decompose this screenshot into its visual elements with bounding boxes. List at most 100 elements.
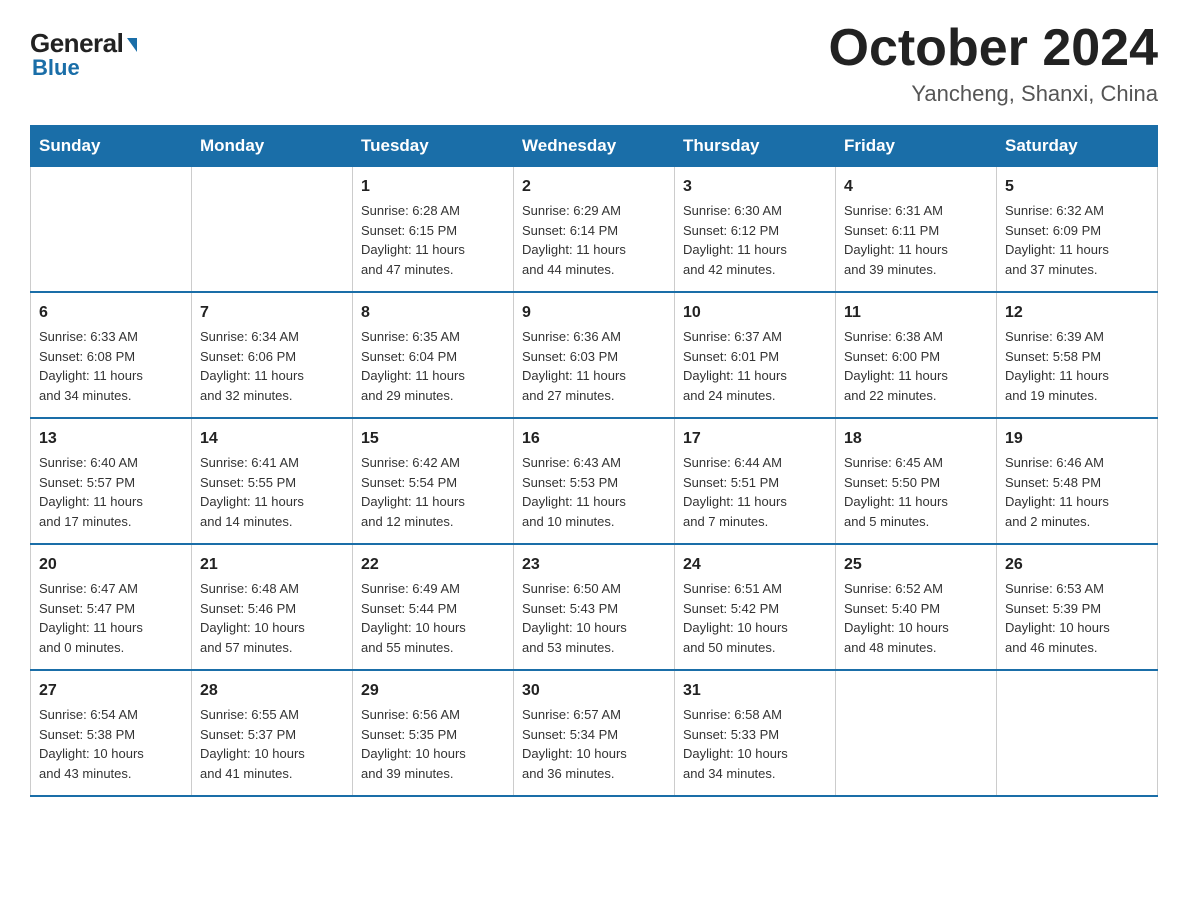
day-info-line: Sunrise: 6:45 AM — [844, 453, 988, 473]
week-row-5: 27Sunrise: 6:54 AMSunset: 5:38 PMDayligh… — [31, 670, 1158, 796]
day-info-line: and 5 minutes. — [844, 512, 988, 532]
day-info-line: Daylight: 11 hours — [683, 492, 827, 512]
day-info-line: Sunrise: 6:52 AM — [844, 579, 988, 599]
day-number: 30 — [522, 679, 666, 703]
day-info-line: Sunset: 5:50 PM — [844, 473, 988, 493]
day-info-line: and 10 minutes. — [522, 512, 666, 532]
logo: General Blue — [30, 20, 137, 81]
day-info-line: Daylight: 10 hours — [200, 744, 344, 764]
day-info-line: Sunrise: 6:43 AM — [522, 453, 666, 473]
day-info-line: Sunset: 6:04 PM — [361, 347, 505, 367]
day-info-line: and 42 minutes. — [683, 260, 827, 280]
weekday-header-thursday: Thursday — [675, 126, 836, 167]
day-info-line: Sunrise: 6:49 AM — [361, 579, 505, 599]
logo-arrow-icon — [127, 38, 137, 52]
day-info-line: and 48 minutes. — [844, 638, 988, 658]
day-info-line: Daylight: 11 hours — [200, 366, 344, 386]
day-number: 7 — [200, 301, 344, 325]
day-info-line: Daylight: 11 hours — [361, 366, 505, 386]
day-info-line: and 24 minutes. — [683, 386, 827, 406]
day-info-line: and 32 minutes. — [200, 386, 344, 406]
calendar-cell: 15Sunrise: 6:42 AMSunset: 5:54 PMDayligh… — [353, 418, 514, 544]
day-number: 11 — [844, 301, 988, 325]
day-number: 31 — [683, 679, 827, 703]
day-info-line: and 47 minutes. — [361, 260, 505, 280]
calendar-location: Yancheng, Shanxi, China — [829, 81, 1159, 107]
day-info-line: Sunrise: 6:40 AM — [39, 453, 183, 473]
day-info-line: Daylight: 11 hours — [522, 240, 666, 260]
day-info-line: Sunrise: 6:41 AM — [200, 453, 344, 473]
day-info-line: Sunrise: 6:48 AM — [200, 579, 344, 599]
day-info-line: Sunset: 5:38 PM — [39, 725, 183, 745]
calendar-cell: 23Sunrise: 6:50 AMSunset: 5:43 PMDayligh… — [514, 544, 675, 670]
day-info-line: Daylight: 10 hours — [361, 744, 505, 764]
day-number: 26 — [1005, 553, 1149, 577]
day-info-line: and 41 minutes. — [200, 764, 344, 784]
day-number: 16 — [522, 427, 666, 451]
week-row-4: 20Sunrise: 6:47 AMSunset: 5:47 PMDayligh… — [31, 544, 1158, 670]
week-row-3: 13Sunrise: 6:40 AMSunset: 5:57 PMDayligh… — [31, 418, 1158, 544]
day-info-line: Sunrise: 6:39 AM — [1005, 327, 1149, 347]
day-info-line: Daylight: 10 hours — [683, 744, 827, 764]
day-info-line: Sunrise: 6:44 AM — [683, 453, 827, 473]
calendar-cell: 16Sunrise: 6:43 AMSunset: 5:53 PMDayligh… — [514, 418, 675, 544]
day-number: 28 — [200, 679, 344, 703]
day-info-line: Sunrise: 6:50 AM — [522, 579, 666, 599]
calendar-cell: 25Sunrise: 6:52 AMSunset: 5:40 PMDayligh… — [836, 544, 997, 670]
calendar-cell: 14Sunrise: 6:41 AMSunset: 5:55 PMDayligh… — [192, 418, 353, 544]
day-number: 15 — [361, 427, 505, 451]
calendar-cell: 26Sunrise: 6:53 AMSunset: 5:39 PMDayligh… — [997, 544, 1158, 670]
day-info-line: Daylight: 11 hours — [844, 366, 988, 386]
day-info-line: Sunset: 5:33 PM — [683, 725, 827, 745]
day-info-line: and 46 minutes. — [1005, 638, 1149, 658]
day-number: 1 — [361, 175, 505, 199]
day-info-line: and 17 minutes. — [39, 512, 183, 532]
day-info-line: Sunset: 6:03 PM — [522, 347, 666, 367]
day-number: 2 — [522, 175, 666, 199]
day-info-line: Sunrise: 6:46 AM — [1005, 453, 1149, 473]
day-info-line: Sunrise: 6:55 AM — [200, 705, 344, 725]
day-info-line: Daylight: 11 hours — [1005, 492, 1149, 512]
day-info-line: Sunset: 6:11 PM — [844, 221, 988, 241]
day-info-line: Sunrise: 6:32 AM — [1005, 201, 1149, 221]
day-number: 21 — [200, 553, 344, 577]
day-info-line: Sunrise: 6:36 AM — [522, 327, 666, 347]
calendar-cell: 17Sunrise: 6:44 AMSunset: 5:51 PMDayligh… — [675, 418, 836, 544]
day-info-line: Daylight: 11 hours — [39, 618, 183, 638]
day-info-line: Daylight: 10 hours — [361, 618, 505, 638]
week-row-1: 1Sunrise: 6:28 AMSunset: 6:15 PMDaylight… — [31, 167, 1158, 293]
calendar-cell: 22Sunrise: 6:49 AMSunset: 5:44 PMDayligh… — [353, 544, 514, 670]
day-number: 22 — [361, 553, 505, 577]
calendar-cell: 2Sunrise: 6:29 AMSunset: 6:14 PMDaylight… — [514, 167, 675, 293]
calendar-title: October 2024 — [829, 20, 1159, 77]
calendar-cell: 4Sunrise: 6:31 AMSunset: 6:11 PMDaylight… — [836, 167, 997, 293]
day-info-line: and 29 minutes. — [361, 386, 505, 406]
day-info-line: and 44 minutes. — [522, 260, 666, 280]
day-info-line: Daylight: 11 hours — [1005, 240, 1149, 260]
calendar-cell — [997, 670, 1158, 796]
day-info-line: Sunrise: 6:54 AM — [39, 705, 183, 725]
day-info-line: and 55 minutes. — [361, 638, 505, 658]
day-info-line: Sunset: 6:12 PM — [683, 221, 827, 241]
calendar-cell: 31Sunrise: 6:58 AMSunset: 5:33 PMDayligh… — [675, 670, 836, 796]
day-info-line: and 39 minutes. — [844, 260, 988, 280]
day-number: 18 — [844, 427, 988, 451]
calendar-cell: 27Sunrise: 6:54 AMSunset: 5:38 PMDayligh… — [31, 670, 192, 796]
logo-blue-text: Blue — [32, 55, 80, 81]
day-info-line: Sunrise: 6:35 AM — [361, 327, 505, 347]
day-info-line: Sunrise: 6:28 AM — [361, 201, 505, 221]
calendar-cell: 24Sunrise: 6:51 AMSunset: 5:42 PMDayligh… — [675, 544, 836, 670]
day-info-line: and 37 minutes. — [1005, 260, 1149, 280]
day-number: 6 — [39, 301, 183, 325]
day-info-line: and 14 minutes. — [200, 512, 344, 532]
day-info-line: Sunset: 6:09 PM — [1005, 221, 1149, 241]
day-number: 10 — [683, 301, 827, 325]
weekday-header-saturday: Saturday — [997, 126, 1158, 167]
day-number: 25 — [844, 553, 988, 577]
calendar-cell: 12Sunrise: 6:39 AMSunset: 5:58 PMDayligh… — [997, 292, 1158, 418]
day-info-line: Sunset: 5:39 PM — [1005, 599, 1149, 619]
calendar-cell: 3Sunrise: 6:30 AMSunset: 6:12 PMDaylight… — [675, 167, 836, 293]
day-info-line: Daylight: 11 hours — [39, 492, 183, 512]
calendar-cell — [836, 670, 997, 796]
day-info-line: Sunset: 5:57 PM — [39, 473, 183, 493]
